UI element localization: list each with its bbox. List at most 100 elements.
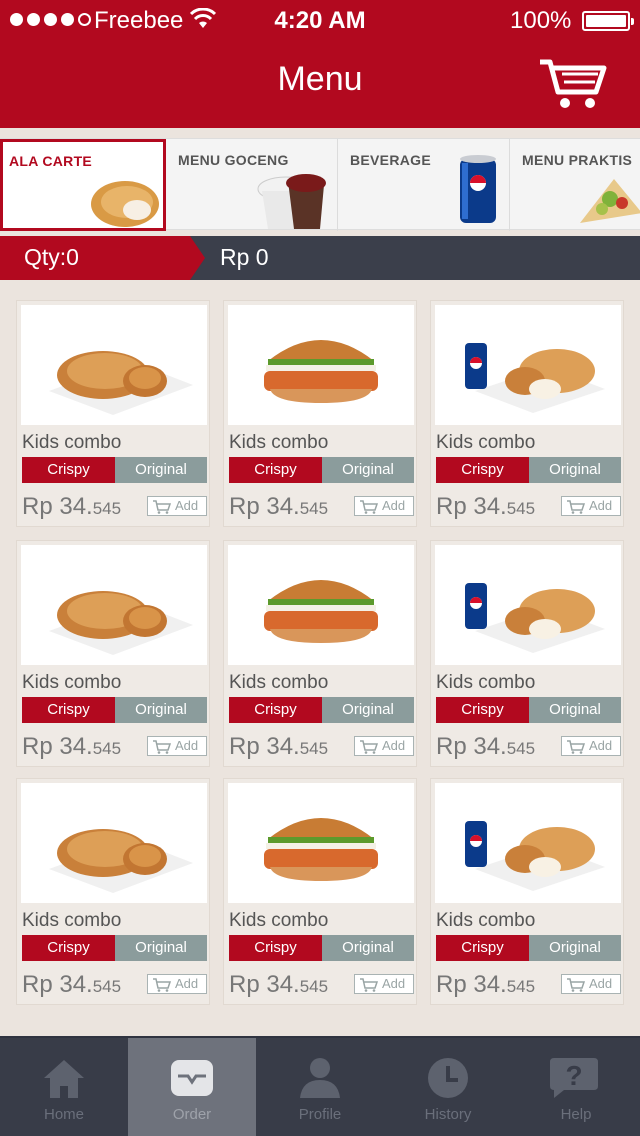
tab-history[interactable]: History [384, 1038, 512, 1136]
product-image [435, 783, 621, 903]
variant-original-button[interactable]: Original [115, 697, 207, 723]
price-decimals: 545 [506, 499, 536, 518]
order-tray-icon [171, 1060, 213, 1096]
category-label: MENU GOCENG [178, 152, 289, 168]
price-main: Rp 34. [436, 493, 507, 520]
product-image [435, 305, 621, 425]
variant-original-button[interactable]: Original [529, 697, 621, 723]
product-image [228, 783, 414, 903]
product-card[interactable]: Kids combo Crispy Original Rp 34.545 Add [16, 540, 210, 767]
variant-original-button[interactable]: Original [322, 697, 414, 723]
variant-crispy-button[interactable]: Crispy [436, 697, 529, 723]
fried-chicken-image [49, 351, 193, 415]
variant-crispy-button[interactable]: Crispy [229, 697, 322, 723]
variant-original-button[interactable]: Original [115, 935, 207, 961]
variant-crispy-button[interactable]: Crispy [229, 457, 322, 483]
price-decimals: 545 [92, 739, 122, 758]
add-to-cart-button[interactable]: Add [561, 736, 621, 756]
product-card[interactable]: Kids combo Crispy Original Rp 34.545 Add [16, 300, 210, 527]
price-main: Rp 34. [436, 733, 507, 760]
product-card[interactable]: Kids combo Crispy Original Rp 34.545 Add [223, 540, 417, 767]
product-price: Rp 34.545 [229, 733, 328, 761]
add-to-cart-button[interactable]: Add [147, 736, 207, 756]
cart-icon [567, 978, 586, 992]
variant-crispy-button[interactable]: Crispy [22, 935, 115, 961]
product-price: Rp 34.545 [22, 733, 121, 761]
cart-icon [360, 740, 379, 754]
combo-with-pepsi-image [465, 583, 605, 653]
product-name: Kids combo [436, 910, 536, 931]
variant-selector: Crispy Original [22, 935, 207, 961]
variant-crispy-button[interactable]: Crispy [436, 935, 529, 961]
product-card[interactable]: Kids combo Crispy Original Rp 34.545 Add [223, 778, 417, 1005]
help-icon: ? [550, 1058, 598, 1098]
tab-label: Order [172, 1106, 212, 1123]
price-decimals: 545 [506, 977, 536, 996]
product-image [228, 305, 414, 425]
variant-selector: Crispy Original [436, 697, 621, 723]
variant-crispy-button[interactable]: Crispy [22, 697, 115, 723]
add-to-cart-button[interactable]: Add [354, 496, 414, 516]
product-card[interactable]: Kids combo Crispy Original Rp 34.545 Add [16, 778, 210, 1005]
app-header: Freebee 4:20 AM 100% Menu [0, 0, 640, 128]
variant-original-button[interactable]: Original [322, 935, 414, 961]
chicken-burger-image [264, 580, 378, 643]
category-label: MENU PRAKTIS [522, 152, 633, 168]
cart-icon [153, 500, 172, 514]
product-image [435, 545, 621, 665]
add-to-cart-button[interactable]: Add [354, 736, 414, 756]
variant-original-button[interactable]: Original [529, 935, 621, 961]
tab-profile[interactable]: Profile [256, 1038, 384, 1136]
dessert-cup-thumbnail [257, 174, 326, 229]
product-price: Rp 34.545 [22, 493, 121, 521]
category-label: BEVERAGE [350, 152, 431, 168]
product-card[interactable]: Kids combo Crispy Original Rp 34.545 Add [430, 540, 624, 767]
price-main: Rp 34. [22, 971, 93, 998]
category-menu-praktis[interactable]: MENU PRAKTIS [510, 139, 640, 231]
tab-label: History [424, 1106, 472, 1123]
product-name: Kids combo [229, 432, 329, 453]
add-button-label: Add [589, 498, 613, 513]
price-main: Rp 34. [22, 493, 93, 520]
cart-icon [153, 740, 172, 754]
variant-crispy-button[interactable]: Crispy [22, 457, 115, 483]
product-image [228, 545, 414, 665]
add-button-label: Add [382, 976, 406, 991]
cart-button[interactable] [538, 56, 608, 112]
product-name: Kids combo [229, 672, 329, 693]
category-menu-goceng[interactable]: MENU GOCENG [166, 139, 338, 231]
variant-selector: Crispy Original [229, 457, 414, 483]
add-to-cart-button[interactable]: Add [354, 974, 414, 994]
fried-chicken-image [49, 591, 193, 655]
category-ala-carte[interactable]: ALA CARTE [0, 139, 166, 231]
product-card[interactable]: Kids combo Crispy Original Rp 34.545 Add [430, 300, 624, 527]
variant-crispy-button[interactable]: Crispy [436, 457, 529, 483]
product-name: Kids combo [22, 672, 122, 693]
variant-original-button[interactable]: Original [529, 457, 621, 483]
variant-crispy-button[interactable]: Crispy [229, 935, 322, 961]
product-card[interactable]: Kids combo Crispy Original Rp 34.545 Add [430, 778, 624, 1005]
add-button-label: Add [589, 738, 613, 753]
cart-icon [567, 740, 586, 754]
add-to-cart-button[interactable]: Add [561, 974, 621, 994]
tab-home[interactable]: Home [0, 1038, 128, 1136]
variant-original-button[interactable]: Original [115, 457, 207, 483]
cart-icon [567, 500, 586, 514]
variant-selector: Crispy Original [436, 935, 621, 961]
variant-selector: Crispy Original [22, 457, 207, 483]
product-price: Rp 34.545 [229, 971, 328, 999]
variant-selector: Crispy Original [229, 935, 414, 961]
add-button-label: Add [589, 976, 613, 991]
add-to-cart-button[interactable]: Add [561, 496, 621, 516]
product-name: Kids combo [436, 432, 536, 453]
add-to-cart-button[interactable]: Add [147, 974, 207, 994]
add-to-cart-button[interactable]: Add [147, 496, 207, 516]
product-card[interactable]: Kids combo Crispy Original Rp 34.545 Add [223, 300, 417, 527]
variant-original-button[interactable]: Original [322, 457, 414, 483]
tab-help[interactable]: ? Help [512, 1038, 640, 1136]
product-price: Rp 34.545 [436, 733, 535, 761]
category-beverage[interactable]: BEVERAGE [338, 139, 510, 231]
add-button-label: Add [382, 738, 406, 753]
tab-order[interactable]: Order [128, 1038, 256, 1136]
product-price: Rp 34.545 [436, 493, 535, 521]
